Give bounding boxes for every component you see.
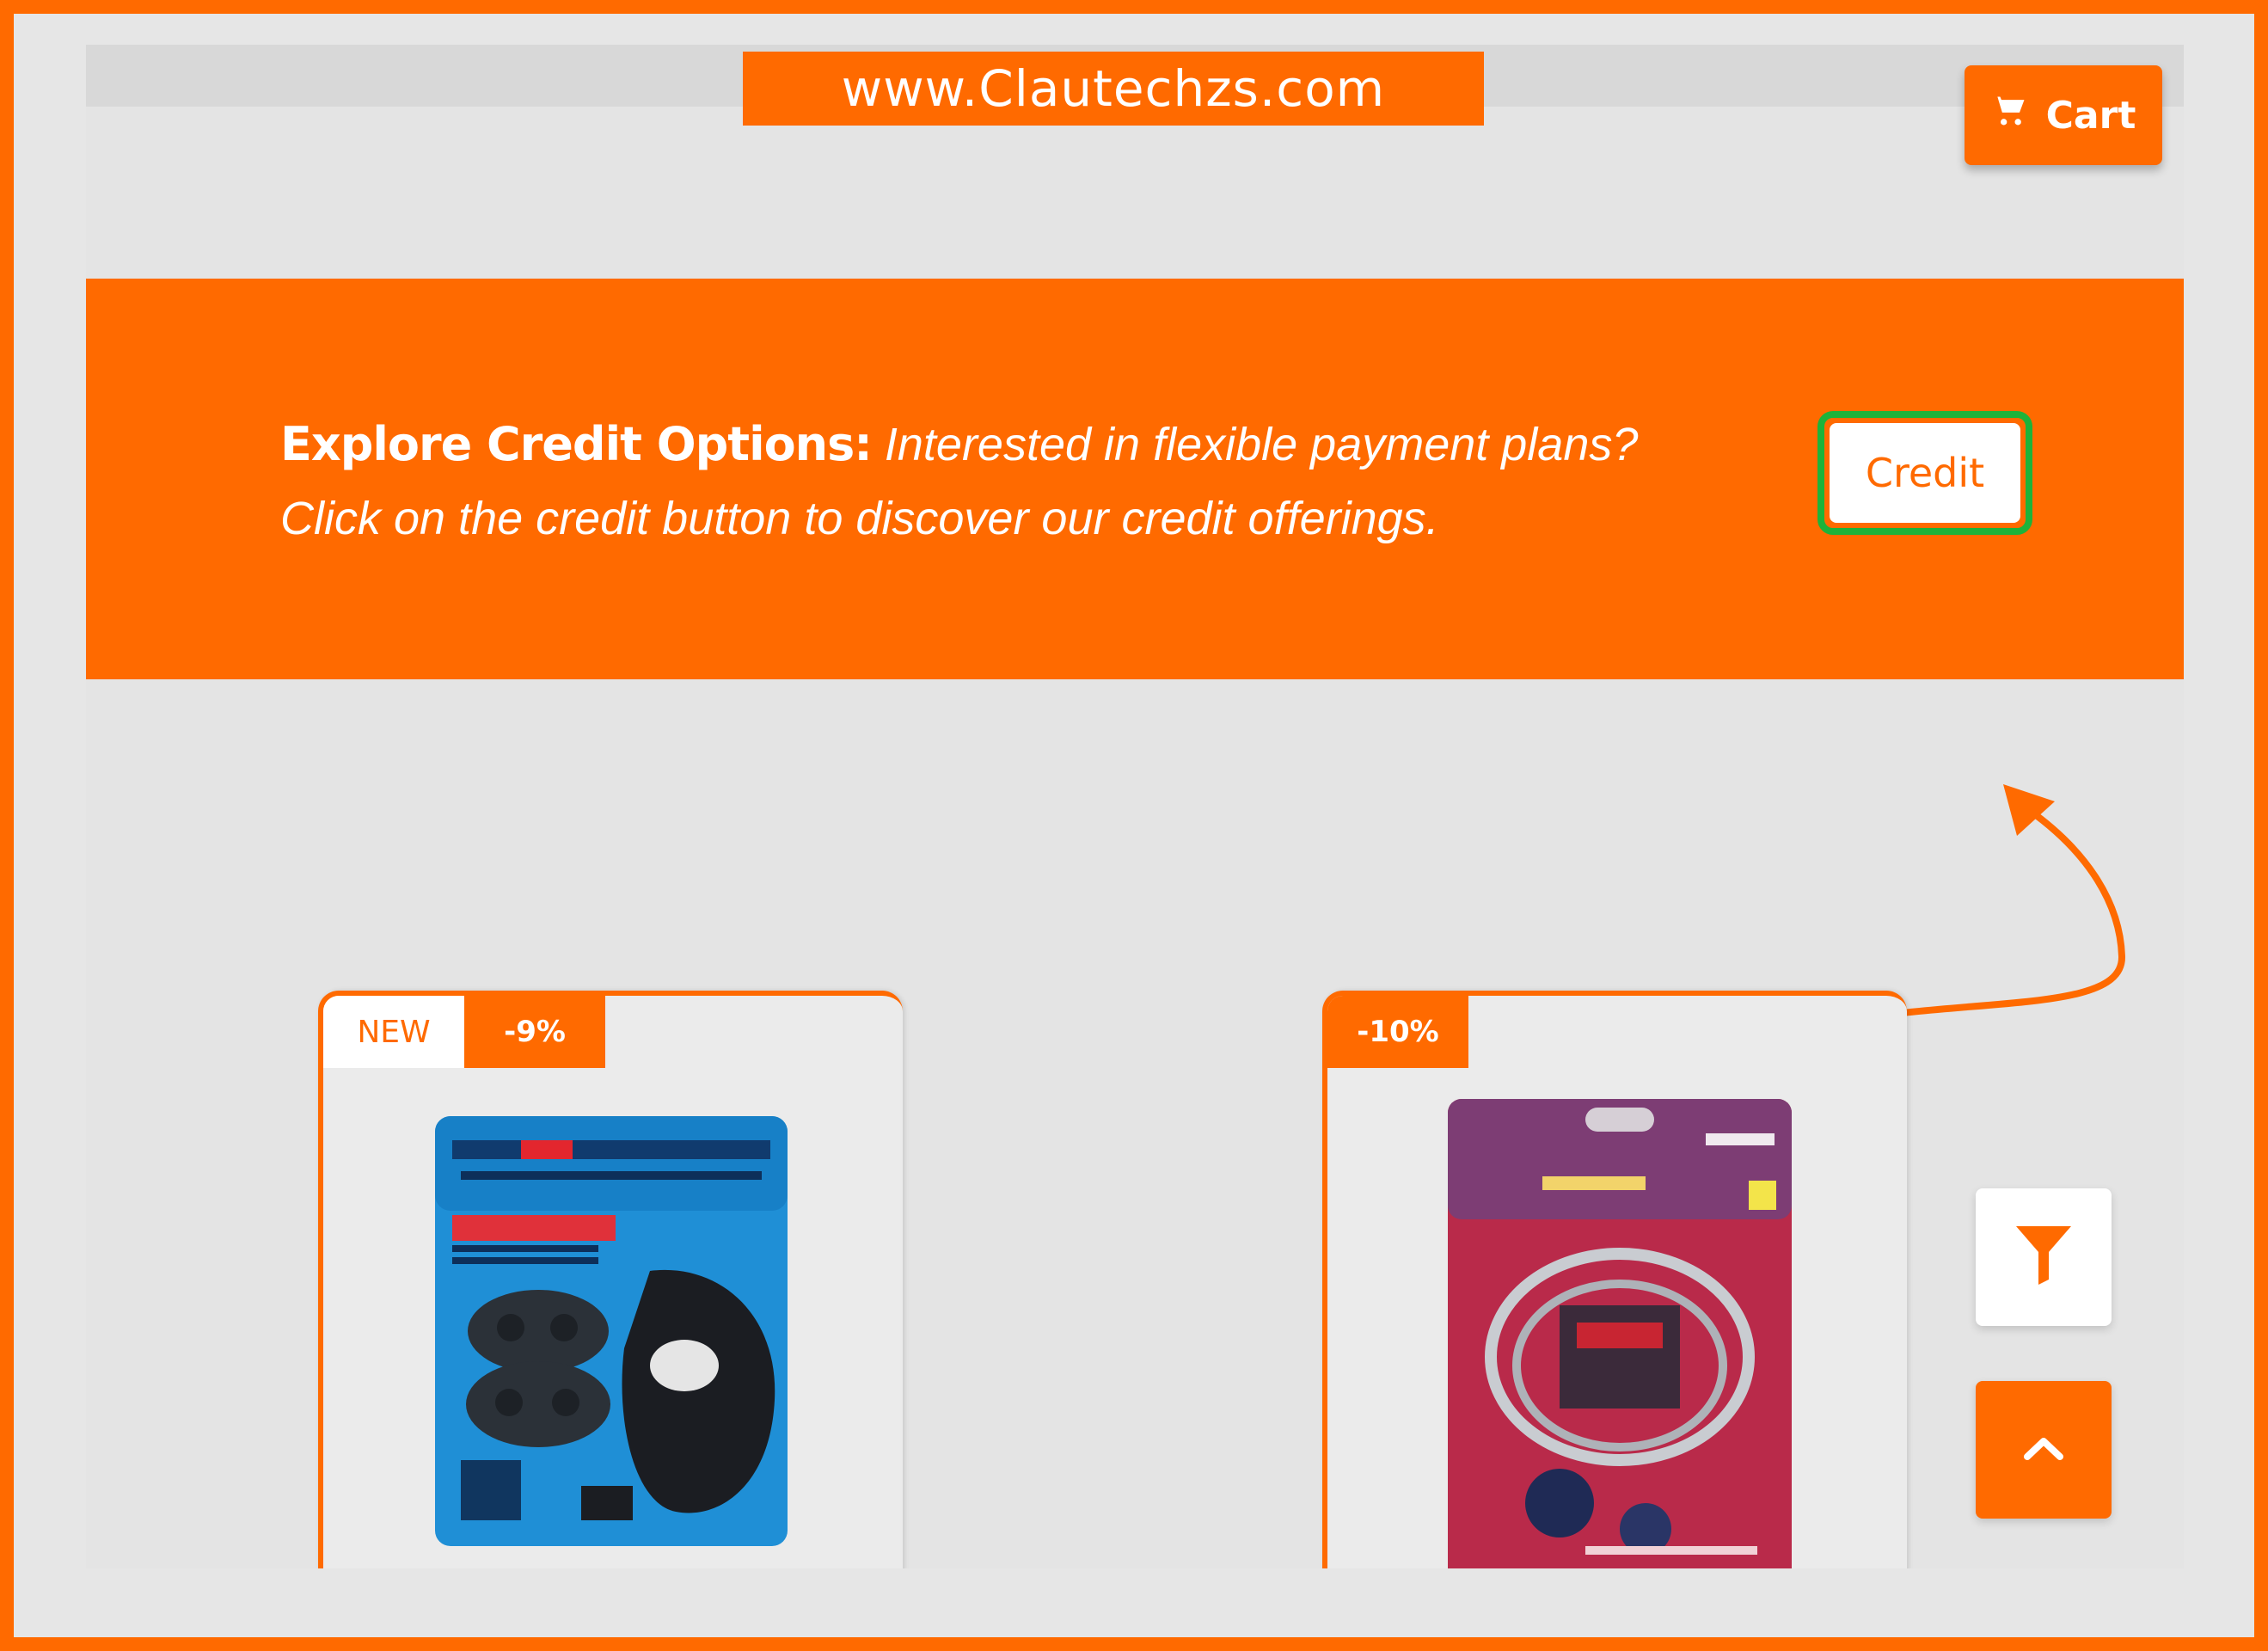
chevron-up-icon xyxy=(2024,1436,2063,1464)
discount-badge: -9% xyxy=(464,996,605,1068)
new-badge: NEW xyxy=(323,996,464,1068)
promo-line-1: Interested in flexible payment plans? xyxy=(884,419,1639,470)
scroll-to-top-button[interactable] xyxy=(1976,1381,2112,1519)
credit-button[interactable]: Credit xyxy=(1830,423,2020,523)
discount-badge: -10% xyxy=(1327,996,1468,1068)
promo-line-2: Click on the credit button to discover o… xyxy=(280,493,1439,544)
cart-button[interactable]: Cart xyxy=(1965,65,2162,165)
product-image-cable-lock[interactable] xyxy=(1448,1099,1792,1568)
filter-button[interactable] xyxy=(1976,1188,2112,1326)
product-card[interactable]: NEW -9% xyxy=(318,991,903,1568)
filter-icon xyxy=(2016,1225,2071,1289)
credit-promo-banner: Explore Credit Options: Interested in fl… xyxy=(86,279,2184,679)
cart-label: Cart xyxy=(2045,93,2136,138)
website-url-banner: www.Clautechzs.com xyxy=(743,52,1484,126)
cart-icon xyxy=(1991,92,2029,139)
product-image-controller[interactable] xyxy=(435,1116,788,1546)
page-viewport: www.Clautechzs.com Cart Explore Credit O… xyxy=(86,45,2184,1568)
promo-title: Explore Credit Options: xyxy=(280,417,873,471)
promo-text: Explore Credit Options: Interested in fl… xyxy=(280,408,1845,555)
product-card[interactable]: -10% xyxy=(1322,991,1907,1568)
